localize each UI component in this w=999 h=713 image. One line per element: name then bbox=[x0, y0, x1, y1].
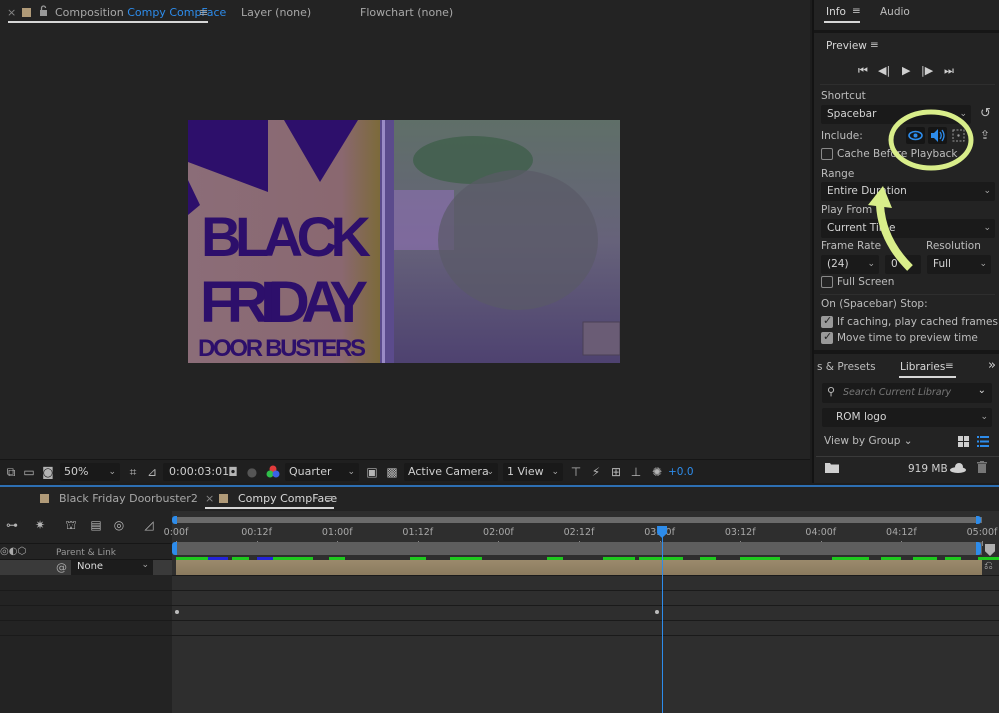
annotation-arrow-head bbox=[868, 186, 892, 208]
after-effects-window: × Composition Compy CompFace ≡ Layer (no… bbox=[0, 0, 999, 713]
annotation-overlay bbox=[868, 109, 974, 271]
annotation-circle bbox=[888, 109, 974, 171]
annotation-arrow-shaft bbox=[876, 204, 913, 271]
